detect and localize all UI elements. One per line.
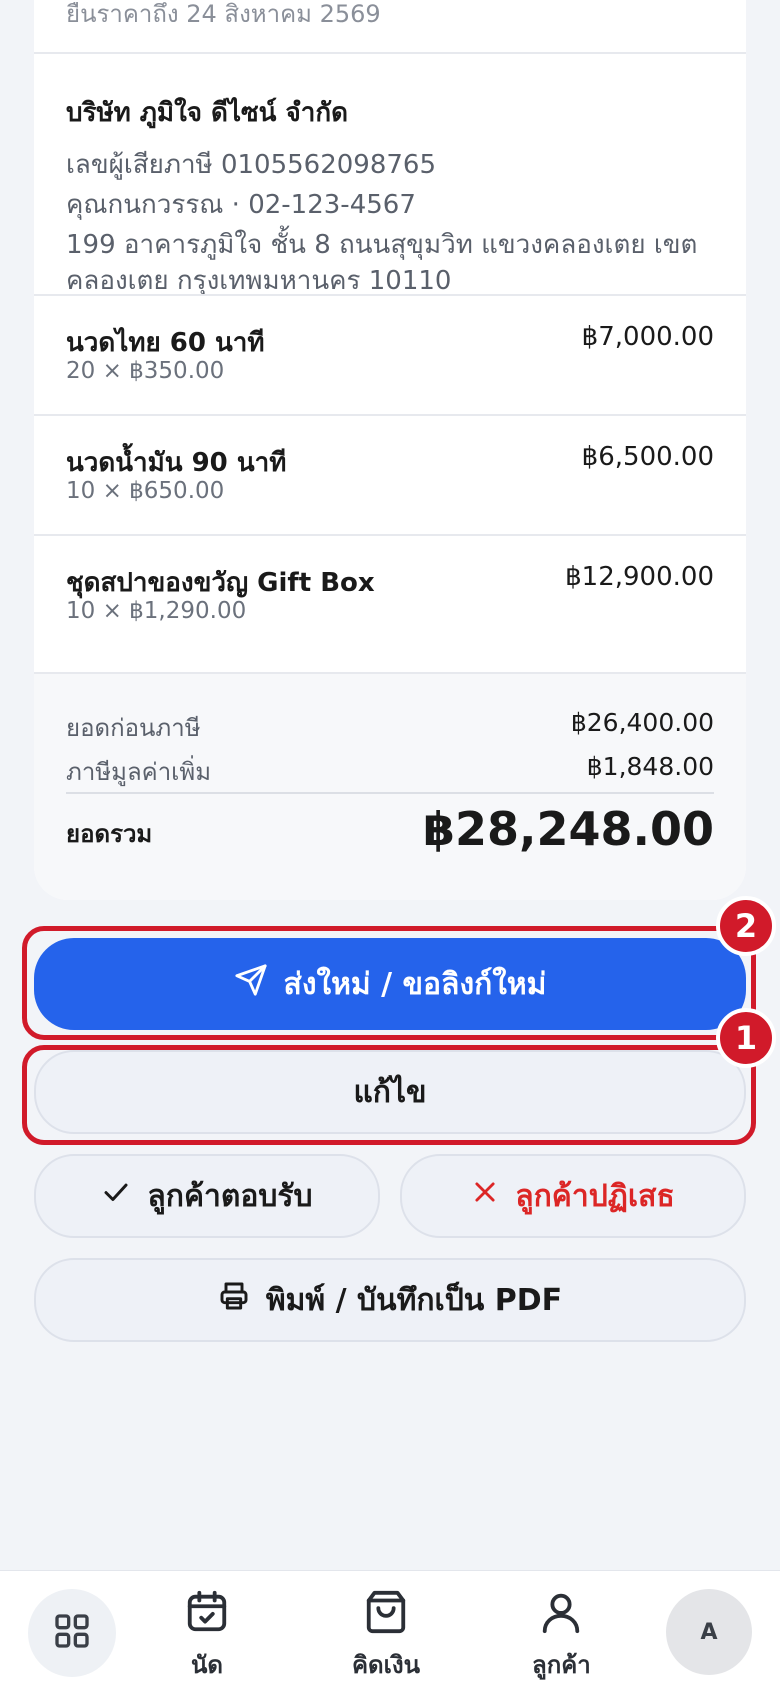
tab-home[interactable] (28, 1589, 116, 1677)
vat-value: ฿1,848.00 (586, 752, 714, 781)
tab-customers-label: ลูกค้า (532, 1651, 591, 1679)
avatar[interactable]: A (666, 1589, 752, 1675)
total-value: ฿28,248.00 (422, 802, 714, 856)
print-pdf-button[interactable]: พิมพ์ / บันทึกเป็น PDF (34, 1258, 746, 1342)
vat-label: ภาษีมูลค่าเพิ่ม (66, 758, 212, 786)
divider (34, 52, 746, 54)
customer-block: บริษัท ภูมิใจ ดีไซน์ จำกัด เลขผู้เสียภาษ… (66, 92, 716, 299)
calendar-check-icon (184, 1589, 230, 1639)
edit-button[interactable]: แก้ไข (34, 1050, 746, 1134)
vat-row: ภาษีมูลค่าเพิ่ม ฿1,848.00 (66, 752, 714, 791)
reject-label: ลูกค้าปฏิเสธ (515, 1178, 675, 1214)
printer-icon (218, 1280, 250, 1320)
annotation-badge: 2 (716, 896, 776, 956)
resend-button[interactable]: ส่งใหม่ / ขอลิงก์ใหม่ (34, 938, 746, 1030)
line-item-total: ฿6,500.00 (581, 442, 714, 472)
accept-label: ลูกค้าตอบรับ (147, 1178, 313, 1214)
tab-appointments[interactable]: นัด (184, 1589, 230, 1684)
customer-address: 199 อาคารภูมิใจ ชั้น 8 ถนนสุขุมวิท แขวงค… (66, 230, 698, 296)
shopping-bag-icon (363, 1589, 409, 1639)
subtotal-value: ฿26,400.00 (570, 708, 714, 737)
user-icon (538, 1589, 584, 1639)
subtotal-row: ยอดก่อนภาษี ฿26,400.00 (66, 708, 714, 747)
x-icon (471, 1178, 499, 1214)
bottom-tab-bar: นัด คิดเงิน ลูกค้า A (0, 1570, 780, 1688)
reject-button[interactable]: ลูกค้าปฏิเสธ (400, 1154, 746, 1238)
divider (66, 792, 714, 794)
line-item-name: ชุดสปาของขวัญ Gift Box (66, 568, 375, 598)
send-icon (234, 963, 268, 1005)
customer-tax-id: เลขผู้เสียภาษี 0105562098765 (66, 150, 437, 180)
subtotal-label: ยอดก่อนภาษี (66, 714, 201, 742)
valid-until-text: ยืนราคาถึง 24 สิงหาคม 2569 (66, 0, 381, 28)
customer-company: บริษัท ภูมิใจ ดีไซน์ จำกัด (66, 98, 348, 128)
line-item-qty: 20 × ฿350.00 (66, 358, 225, 384)
line-item: นวดน้ำมัน 90 นาที 10 × ฿650.00 ฿6,500.00 (34, 416, 746, 534)
check-icon (101, 1177, 131, 1215)
line-item: ชุดสปาของขวัญ Gift Box 10 × ฿1,290.00 ฿1… (34, 536, 746, 654)
tab-customers[interactable]: ลูกค้า (532, 1589, 591, 1684)
tab-billing-label: คิดเงิน (352, 1651, 420, 1679)
line-item-qty: 10 × ฿1,290.00 (66, 598, 247, 624)
customer-contact: คุณกนกวรรณ · 02-123-4567 (66, 190, 416, 220)
tab-billing[interactable]: คิดเงิน (352, 1589, 420, 1684)
quote-card: ยืนราคาถึง 24 สิงหาคม 2569 บริษัท ภูมิใจ… (34, 0, 746, 900)
print-label: พิมพ์ / บันทึกเป็น PDF (265, 1282, 563, 1318)
resend-label: ส่งใหม่ / ขอลิงก์ใหม่ (283, 966, 547, 1002)
line-item-total: ฿7,000.00 (581, 322, 714, 352)
total-label: ยอดรวม (66, 820, 153, 848)
edit-label: แก้ไข (353, 1074, 427, 1110)
line-item-name: นวดไทย 60 นาที (66, 328, 265, 358)
tab-appointments-label: นัด (191, 1651, 223, 1679)
line-item: นวดไทย 60 นาที 20 × ฿350.00 ฿7,000.00 (34, 296, 746, 414)
annotation-badge: 1 (716, 1008, 776, 1068)
line-item-name: นวดน้ำมัน 90 นาที (66, 448, 287, 478)
line-item-total: ฿12,900.00 (565, 562, 714, 592)
accept-button[interactable]: ลูกค้าตอบรับ (34, 1154, 380, 1238)
totals-summary: ยอดก่อนภาษี ฿26,400.00 ภาษีมูลค่าเพิ่ม ฿… (34, 674, 746, 900)
line-item-qty: 10 × ฿650.00 (66, 478, 225, 504)
grid-icon (52, 1611, 92, 1655)
